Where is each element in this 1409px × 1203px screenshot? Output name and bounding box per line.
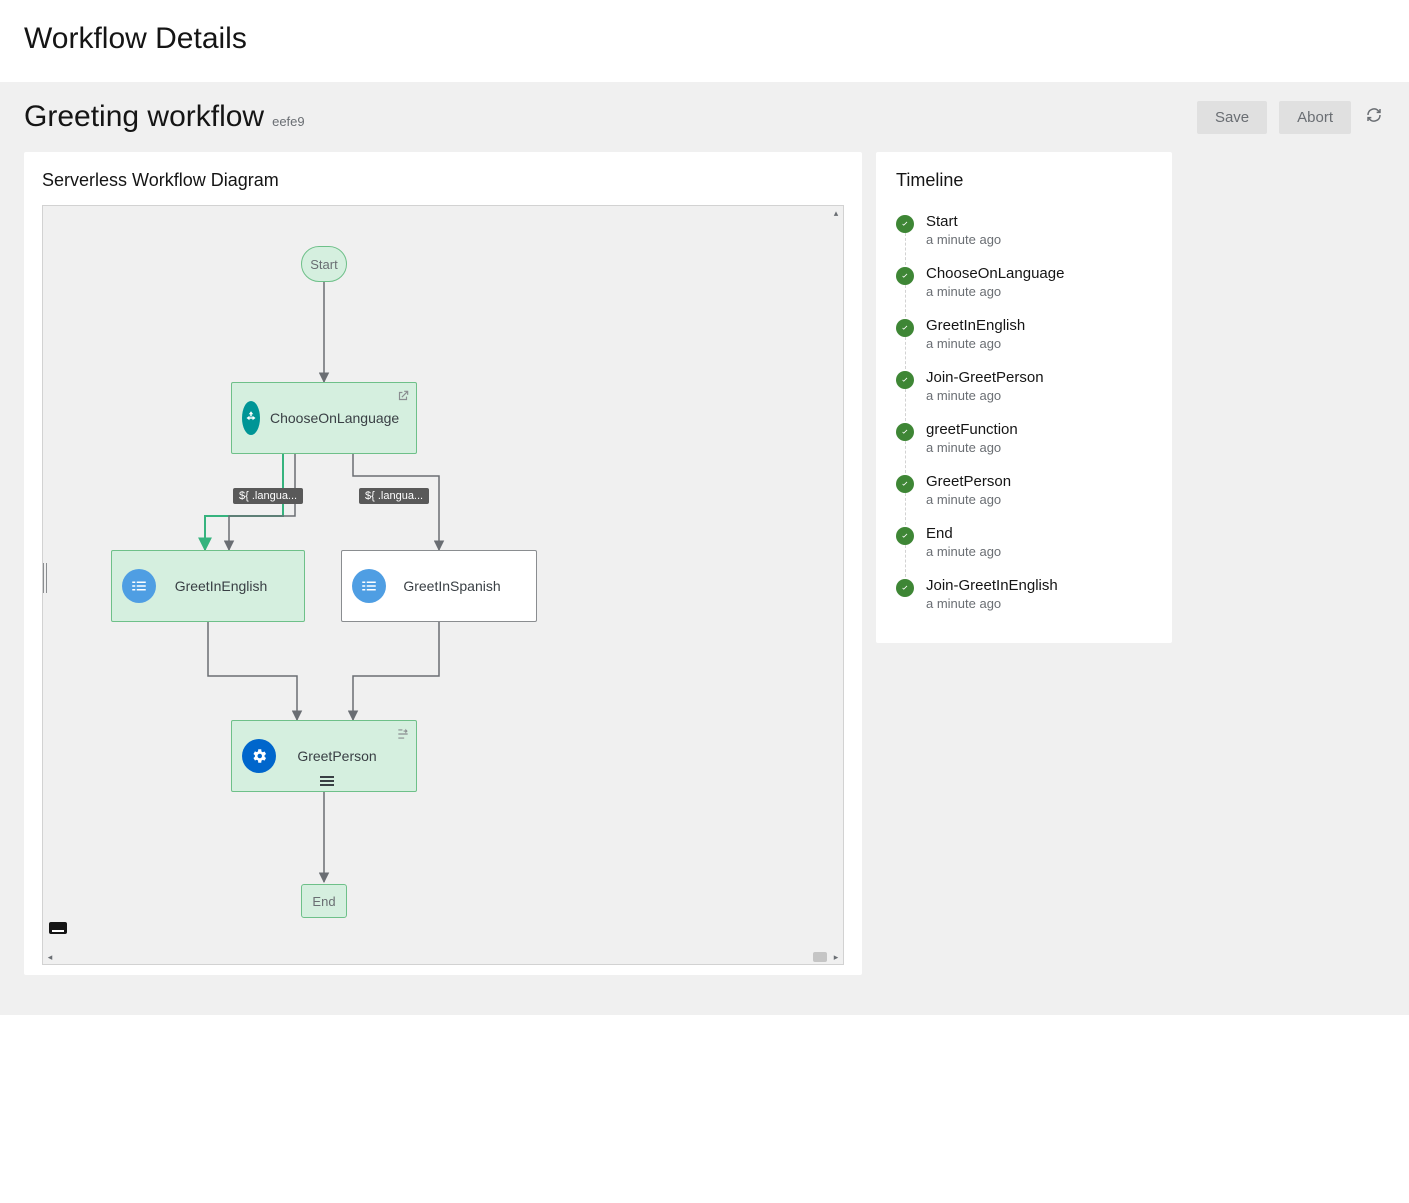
timeline-item: GreetInEnglish a minute ago xyxy=(896,309,1152,361)
timeline-panel: Timeline Starta minute agoChooseOnLangua… xyxy=(876,152,1172,643)
inject-icon xyxy=(122,569,156,603)
check-circle-icon xyxy=(896,319,914,337)
timeline-item-body: GreetPerson a minute ago xyxy=(926,473,1011,507)
timeline-item-time: a minute ago xyxy=(926,232,1001,247)
menu-icon[interactable] xyxy=(320,776,334,786)
end-label: End xyxy=(312,894,335,909)
page-header: Workflow Details xyxy=(0,0,1409,82)
diagram-panel-title: Serverless Workflow Diagram xyxy=(42,170,844,191)
timeline-item-time: a minute ago xyxy=(926,596,1058,611)
diagram-node-choose[interactable]: ChooseOnLanguage xyxy=(231,382,417,454)
node-label: GreetInSpanish xyxy=(396,578,536,595)
check-circle-icon xyxy=(896,527,914,545)
diagram-panel: Serverless Workflow Diagram xyxy=(24,152,862,975)
check-circle-icon xyxy=(896,267,914,285)
workflow-name: Greeting workflow xyxy=(24,100,264,134)
timeline-item-time: a minute ago xyxy=(926,440,1018,455)
start-label: Start xyxy=(310,257,337,272)
diagram-canvas-wrap: Start ChooseOnLanguage xyxy=(42,205,844,965)
timeline-item: End a minute ago xyxy=(896,517,1152,569)
timeline-item-label: GreetPerson xyxy=(926,473,1011,490)
node-label: GreetPerson xyxy=(286,748,416,765)
abort-button[interactable]: Abort xyxy=(1279,101,1351,134)
timeline-item-time: a minute ago xyxy=(926,544,1001,559)
check-circle-icon xyxy=(896,579,914,597)
timeline-item: Start a minute ago xyxy=(896,205,1152,257)
timeline-item-body: Join-GreetPerson a minute ago xyxy=(926,369,1044,403)
node-label: GreetInEnglish xyxy=(166,578,304,595)
config-icon xyxy=(396,727,410,744)
timeline-item-body: Start a minute ago xyxy=(926,213,1001,247)
timeline-item-label: Join-GreetPerson xyxy=(926,369,1044,386)
refresh-icon xyxy=(1366,107,1382,128)
check-circle-icon xyxy=(896,371,914,389)
timeline-item-time: a minute ago xyxy=(926,492,1011,507)
timeline-item-time: a minute ago xyxy=(926,284,1064,299)
scroll-right-icon[interactable]: ▸ xyxy=(829,950,843,964)
timeline-item-label: Start xyxy=(926,213,1001,230)
check-circle-icon xyxy=(896,475,914,493)
timeline-item-label: greetFunction xyxy=(926,421,1018,438)
timeline-item-label: End xyxy=(926,525,1001,542)
scroll-left-icon[interactable]: ◂ xyxy=(43,950,57,964)
timeline-item-label: ChooseOnLanguage xyxy=(926,265,1064,282)
scrollbar-vertical[interactable]: ▴ xyxy=(829,206,843,950)
save-button[interactable]: Save xyxy=(1197,101,1267,134)
diagram-canvas[interactable]: Start ChooseOnLanguage xyxy=(43,206,829,950)
timeline-item-body: GreetInEnglish a minute ago xyxy=(926,317,1025,351)
timeline-item-body: greetFunction a minute ago xyxy=(926,421,1018,455)
timeline-item-time: a minute ago xyxy=(926,388,1044,403)
timeline-item: greetFunction a minute ago xyxy=(896,413,1152,465)
timeline-item-body: End a minute ago xyxy=(926,525,1001,559)
timeline-item-body: Join-GreetInEnglish a minute ago xyxy=(926,577,1058,611)
timeline-item: ChooseOnLanguage a minute ago xyxy=(896,257,1152,309)
exit-icon xyxy=(396,389,410,406)
operation-icon xyxy=(242,739,276,773)
diagram-node-start[interactable]: Start xyxy=(301,246,347,282)
inject-icon xyxy=(352,569,386,603)
diagram-node-greet-person[interactable]: GreetPerson xyxy=(231,720,417,792)
timeline-item: Join-GreetInEnglish a minute ago xyxy=(896,569,1152,621)
refresh-button[interactable] xyxy=(1363,107,1385,129)
node-label: ChooseOnLanguage xyxy=(270,410,427,427)
diagram-node-greet-spanish[interactable]: GreetInSpanish xyxy=(341,550,537,622)
workflow-title: Greeting workflow eefe9 xyxy=(24,100,305,134)
action-bar: Save Abort xyxy=(1197,101,1385,134)
timeline-panel-title: Timeline xyxy=(896,170,1152,191)
scroll-up-icon[interactable]: ▴ xyxy=(829,206,843,220)
edge-label-left: ${ .langua... xyxy=(233,488,303,504)
timeline-item-label: Join-GreetInEnglish xyxy=(926,577,1058,594)
timeline-item-body: ChooseOnLanguage a minute ago xyxy=(926,265,1064,299)
switch-icon xyxy=(242,401,260,435)
diagram-node-end[interactable]: End xyxy=(301,884,347,918)
scroll-thumb[interactable] xyxy=(813,952,827,962)
check-circle-icon xyxy=(896,215,914,233)
check-circle-icon xyxy=(896,423,914,441)
workflow-id: eefe9 xyxy=(272,114,305,129)
keyboard-icon[interactable] xyxy=(49,922,67,934)
timeline-item: GreetPerson a minute ago xyxy=(896,465,1152,517)
edge-label-right: ${ .langua... xyxy=(359,488,429,504)
timeline-item-time: a minute ago xyxy=(926,336,1025,351)
diagram-node-greet-english[interactable]: GreetInEnglish xyxy=(111,550,305,622)
timeline-list: Start a minute ago ChooseOnLanguage a minut… xyxy=(896,205,1152,621)
page-title: Workflow Details xyxy=(24,22,1385,56)
scrollbar-horizontal[interactable]: ◂ ▸ xyxy=(43,950,843,964)
timeline-item: Join-GreetPerson a minute ago xyxy=(896,361,1152,413)
timeline-item-label: GreetInEnglish xyxy=(926,317,1025,334)
